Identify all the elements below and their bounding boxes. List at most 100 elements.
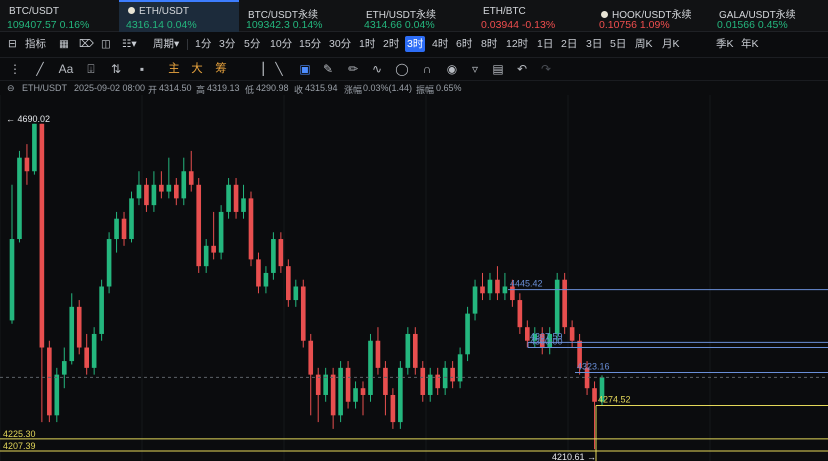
candle-body	[84, 347, 89, 368]
interval-button[interactable]: 5日	[608, 36, 628, 52]
interval-button[interactable]: 15分	[297, 36, 323, 52]
main-indicator-button[interactable]: 主	[165, 60, 183, 78]
pinned-dot-icon	[128, 7, 135, 14]
chart-type-icon[interactable]: ☷▾	[120, 36, 139, 52]
ticker-tab[interactable]: ETH/USDT 4316.14 0.04%	[119, 0, 239, 32]
interval-button[interactable]: 4时	[430, 36, 450, 52]
big-indicator-button[interactable]: 大	[188, 60, 206, 78]
collapse-icon[interactable]: ⊟	[6, 36, 19, 52]
price-line-label: 4225.30	[3, 429, 36, 439]
candle-body	[487, 279, 493, 294]
interval-button[interactable]: 年K	[739, 36, 761, 52]
ticker-values: 0.03944 -0.13%	[481, 19, 555, 31]
ticker-price: 4314.66	[364, 19, 402, 31]
menu-icon[interactable]: ⋮	[6, 60, 24, 78]
line-tool-icon[interactable]: ╱	[31, 60, 49, 78]
ticker-values: 4314.66 0.04%	[364, 19, 435, 31]
candle-body	[286, 266, 291, 301]
candle-body	[554, 279, 560, 334]
candle-body	[226, 184, 231, 212]
ticker-name: ETH/BTC	[483, 6, 526, 17]
candlestick-chart[interactable]: 4445.42 4367.59 4360.00 4323.16 4274.52 4225.…	[0, 95, 828, 461]
ohlc-info-line: ⊖ ETH/USDT 2025-09-02 08:00 开 4314.50 高 …	[0, 80, 828, 95]
candle-body	[480, 286, 485, 294]
ticker-name: ETH/USDT	[128, 6, 189, 17]
ticker-tab[interactable]: HOOK/USDT永续 0.10756 1.09%	[592, 2, 712, 31]
ticker-tab[interactable]: BTC/USDT 109407.57 0.16%	[0, 2, 120, 31]
text-tool-icon[interactable]: Aa	[57, 60, 75, 78]
ticker-name-text: ETH/BTC	[483, 6, 526, 17]
candle-body	[188, 171, 194, 185]
trend-line-icon[interactable]: ╲	[270, 60, 288, 78]
interval-button[interactable]: 1时	[357, 36, 377, 52]
candle-body	[420, 367, 426, 395]
candle-body	[569, 327, 575, 341]
pencil-icon[interactable]: ✎	[319, 60, 337, 78]
undo-icon[interactable]: ↶	[513, 60, 531, 78]
ticker-tab[interactable]: BTC/USDT永续 109342.3 0.14%	[239, 2, 359, 31]
lock-icon[interactable]: ◯	[393, 60, 411, 78]
compare-icon[interactable]: ⌦	[77, 36, 96, 52]
interval-button[interactable]: 周K	[633, 36, 655, 52]
interval-button[interactable]: 3时	[405, 36, 426, 52]
interval-button[interactable]: 1日	[535, 36, 555, 52]
candle-body	[91, 333, 97, 368]
candle-body	[211, 245, 216, 253]
info-symbol: ETH/USDT	[22, 83, 67, 93]
chart-canvas[interactable]: 4445.424367.594360.004323.164274.524225.…	[0, 95, 828, 461]
interval-button[interactable]: 季K	[714, 36, 736, 52]
ticker-price: 0.03944	[481, 19, 519, 31]
candle-body	[173, 184, 179, 199]
calendar-icon[interactable]: ▦	[57, 36, 71, 52]
candle-body	[9, 239, 15, 321]
wave-icon[interactable]: ∿	[368, 60, 386, 78]
collapse-info-icon[interactable]: ⊖	[7, 83, 15, 94]
trash-icon[interactable]: ▤	[489, 60, 507, 78]
interval-button[interactable]: 10分	[268, 36, 294, 52]
ticker-change: 0.45%	[757, 19, 788, 31]
chip-indicator-button[interactable]: 筹	[212, 60, 230, 78]
interval-button[interactable]: 12时	[504, 36, 530, 52]
ticker-values: 4316.14 0.04%	[126, 19, 197, 31]
ticker-change: -0.13%	[521, 19, 556, 31]
candle-body	[106, 239, 112, 287]
ticker-tab[interactable]: GALA/USDT永续 0.01566 0.45%	[710, 2, 828, 31]
layout-icon[interactable]: ◫	[99, 36, 113, 52]
filter-icon[interactable]: ▿	[466, 60, 484, 78]
interval-button[interactable]: 5分	[242, 36, 262, 52]
interval-button[interactable]: 6时	[454, 36, 474, 52]
ticker-name: BTC/USDT	[9, 6, 59, 17]
indicator-button[interactable]: 指标	[23, 36, 48, 52]
period-dropdown[interactable]: 周期▾	[151, 36, 181, 52]
price-line-label: 4207.39	[3, 441, 36, 451]
measure-icon[interactable]: ⇅	[107, 60, 125, 78]
candle-body	[271, 239, 276, 273]
interval-button[interactable]: 3分	[217, 36, 237, 52]
pinned-dot-icon	[601, 11, 608, 18]
candle-body	[181, 171, 187, 199]
ruler-icon[interactable]: ⍗	[82, 60, 100, 78]
price-line-label: 4323.16	[577, 361, 610, 371]
candle-body	[472, 286, 478, 314]
ticker-tab[interactable]: ETH/USDT永续 4314.66 0.04%	[357, 2, 477, 31]
select-tool-icon[interactable]: ▣	[296, 60, 314, 78]
pattern-icon[interactable]: ▪	[133, 60, 151, 78]
brush-icon[interactable]: ✏	[344, 60, 362, 78]
interval-button[interactable]: 2时	[381, 36, 401, 52]
ticker-price: 0.10756	[599, 19, 637, 31]
interval-button[interactable]: 8时	[479, 36, 499, 52]
interval-button[interactable]: 1分	[193, 36, 213, 52]
interval-button[interactable]: 30分	[327, 36, 353, 52]
interval-button[interactable]: 月K	[660, 36, 682, 52]
price-line-label: 4445.42	[510, 279, 543, 289]
candle-body	[39, 123, 45, 348]
redo-icon[interactable]: ↷	[537, 60, 555, 78]
interval-button[interactable]: 2日	[559, 36, 579, 52]
magnet-icon[interactable]: ∩	[418, 60, 436, 78]
eye-icon[interactable]: ◉	[443, 60, 461, 78]
ticker-tab[interactable]: ETH/BTC 0.03944 -0.13%	[474, 2, 594, 31]
interval-button[interactable]: 3日	[584, 36, 604, 52]
draw-line-icon[interactable]: ▕	[250, 60, 268, 78]
low-price-marker: 4210.61 →	[552, 452, 596, 461]
info-high: 4319.13	[207, 83, 240, 93]
